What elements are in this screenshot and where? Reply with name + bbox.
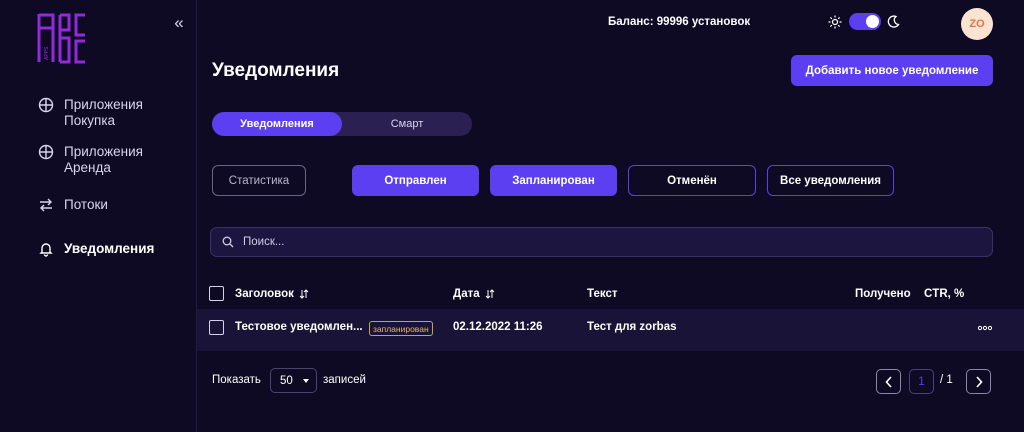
tab-smart[interactable]: Смарт: [342, 112, 472, 136]
column-header-label: Дата: [453, 288, 480, 300]
sort-icon: [299, 289, 309, 299]
per-page-select[interactable]: 50: [270, 368, 317, 393]
show-label: Показать: [212, 374, 261, 386]
records-label: записей: [323, 374, 366, 386]
globe-icon: [38, 144, 54, 160]
tab-notifications[interactable]: Уведомления: [212, 112, 342, 136]
per-page-value: 50: [280, 374, 293, 387]
row-text: Тест для zorbas: [587, 321, 677, 333]
sidebar-item-apps-rent[interactable]: Приложения Аренда: [38, 144, 164, 176]
row-checkbox[interactable]: [209, 320, 224, 335]
filter-sent-button[interactable]: Отправлен: [352, 165, 479, 196]
toggle-knob: [866, 15, 879, 28]
row-title[interactable]: Тестовое уведомлен...: [235, 321, 363, 333]
search-input[interactable]: [243, 236, 963, 248]
tab-bar: Уведомления Смарт: [212, 112, 472, 136]
column-header-label: Заголовок: [235, 288, 294, 300]
add-notification-button[interactable]: Добавить новое уведомление: [791, 55, 993, 86]
search-icon: [222, 236, 234, 248]
moon-icon: [887, 15, 900, 28]
sun-icon: [828, 15, 842, 28]
filter-cancelled-button[interactable]: Отменён: [628, 165, 756, 196]
sort-icon: [485, 289, 494, 299]
current-page-input[interactable]: 1: [909, 369, 934, 394]
theme-switch: [828, 13, 900, 30]
row-date: 02.12.2022 11:26: [453, 321, 543, 333]
sidebar-item-label: Потоки: [64, 197, 108, 212]
theme-toggle[interactable]: [849, 13, 881, 30]
balance-text: Баланс: 99996 установок: [608, 16, 751, 28]
column-header-text: Текст: [587, 288, 618, 300]
column-header-date[interactable]: Дата: [453, 288, 495, 300]
more-options-icon[interactable]: [977, 323, 993, 333]
logo-text: APPS: [44, 46, 50, 60]
avatar[interactable]: ZO: [961, 8, 993, 40]
swap-arrows-icon: [40, 198, 52, 212]
total-pages: / 1: [940, 374, 953, 386]
column-header-ctr: CTR, %: [924, 288, 965, 300]
search-bar: [210, 227, 993, 257]
sidebar-item-label: Уведомления: [64, 241, 155, 256]
chevron-right-icon: [975, 375, 983, 388]
chevron-left-icon: [884, 375, 892, 388]
column-header-title[interactable]: Заголовок: [235, 288, 309, 300]
sidebar-item-label: Приложения Аренда: [64, 144, 143, 175]
page-title: Уведомления: [212, 60, 340, 81]
next-page-button[interactable]: [966, 369, 991, 394]
statistics-button[interactable]: Статистика: [212, 165, 306, 196]
status-badge: запланирован: [369, 321, 433, 336]
collapse-sidebar-button[interactable]: «: [170, 14, 188, 32]
apps-logo[interactable]: APPS: [36, 12, 88, 64]
bell-icon: [39, 243, 53, 257]
filter-all-button[interactable]: Все уведомления: [767, 165, 894, 196]
filter-scheduled-button[interactable]: Запланирован: [490, 165, 617, 196]
sidebar-item-notifications[interactable]: Уведомления: [38, 241, 164, 257]
sidebar: APPS « Приложения Покупка Приложения Аре…: [0, 0, 197, 432]
sidebar-item-label: Приложения Покупка: [64, 97, 143, 128]
sidebar-item-streams[interactable]: Потоки: [38, 197, 164, 213]
sidebar-item-apps-purchase[interactable]: Приложения Покупка: [38, 97, 164, 129]
select-all-checkbox[interactable]: [209, 286, 224, 301]
chevron-down-icon: [303, 379, 309, 383]
globe-icon: [38, 97, 54, 113]
previous-page-button[interactable]: [876, 369, 901, 394]
column-header-received: Получено: [855, 288, 911, 300]
